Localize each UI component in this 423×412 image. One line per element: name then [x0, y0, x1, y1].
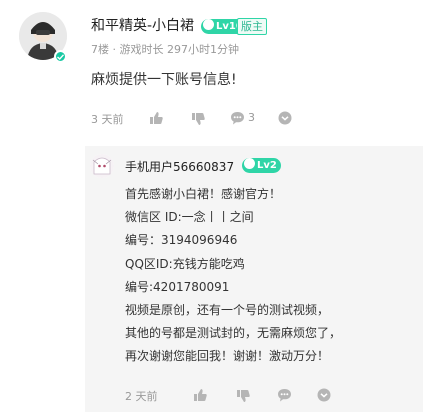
- verified-check-icon: [54, 50, 67, 63]
- reply-line: 编号：3194096946: [125, 233, 238, 248]
- reply-line: 视频是原创，还有一个号的测试视频，: [125, 302, 330, 317]
- reply-line: 再次谢谢您能回我！谢谢！激动万分！: [125, 349, 330, 364]
- comment-bubble-icon[interactable]: [277, 388, 292, 402]
- reply-content: 首先感谢小白裙！感谢官方！ 微信区 ID:一念丨丨之间 编号：319409694…: [125, 183, 341, 369]
- reply-line: QQ区ID:充钱方能吃鸡: [125, 256, 245, 271]
- level-label: Lv2: [257, 160, 277, 171]
- thumb-up-icon[interactable]: [193, 388, 207, 402]
- reply-time: 2 天前: [125, 390, 158, 403]
- reply-avatar[interactable]: [90, 154, 114, 178]
- floor-number: 7楼: [91, 43, 109, 56]
- reply-user-name[interactable]: 手机用户56660837: [125, 158, 234, 175]
- comment-actions: 3 天前 3: [91, 111, 421, 127]
- thumb-down-icon[interactable]: [191, 112, 205, 126]
- user-name[interactable]: 和平精英-小白裙: [91, 17, 194, 35]
- thumb-up-icon[interactable]: [149, 111, 163, 125]
- reply-line: 微信区 ID:一念丨丨之间: [125, 210, 254, 225]
- reply-level-badge: Lv2: [242, 158, 281, 173]
- reply-actions: 2 天前: [125, 388, 415, 404]
- chevron-down-circle-icon[interactable]: [278, 111, 292, 125]
- comment-time: 3 天前: [91, 113, 124, 126]
- meta-separator: ·: [112, 43, 117, 56]
- reply-line: 首先感谢小白裙！感谢官方！: [125, 187, 282, 201]
- play-time: 游戏时长 297小时1分钟: [119, 43, 240, 56]
- comment-content: 麻烦提供一下账号信息!: [91, 72, 237, 88]
- reply-avatar-image: [90, 154, 114, 178]
- level-badge-dot: [203, 19, 214, 30]
- comment-thread: 和平精英-小白裙 Lv10 版主 7楼 · 游戏时长 297小时1分钟 麻烦提供…: [0, 0, 423, 412]
- thumb-down-icon[interactable]: [236, 389, 250, 403]
- comment-bubble-icon[interactable]: [230, 111, 245, 125]
- chevron-down-circle-icon[interactable]: [317, 388, 331, 402]
- comment-meta: 7楼 · 游戏时长 297小时1分钟: [91, 41, 239, 57]
- level-badge-dot: [244, 158, 255, 169]
- reply-line: 其他的号都是测试封的，无需麻烦您了，: [125, 326, 342, 341]
- moderator-tag: 版主: [237, 18, 267, 35]
- reply-line: 编号:4201780091: [125, 279, 230, 294]
- reply-count: 3: [248, 111, 255, 124]
